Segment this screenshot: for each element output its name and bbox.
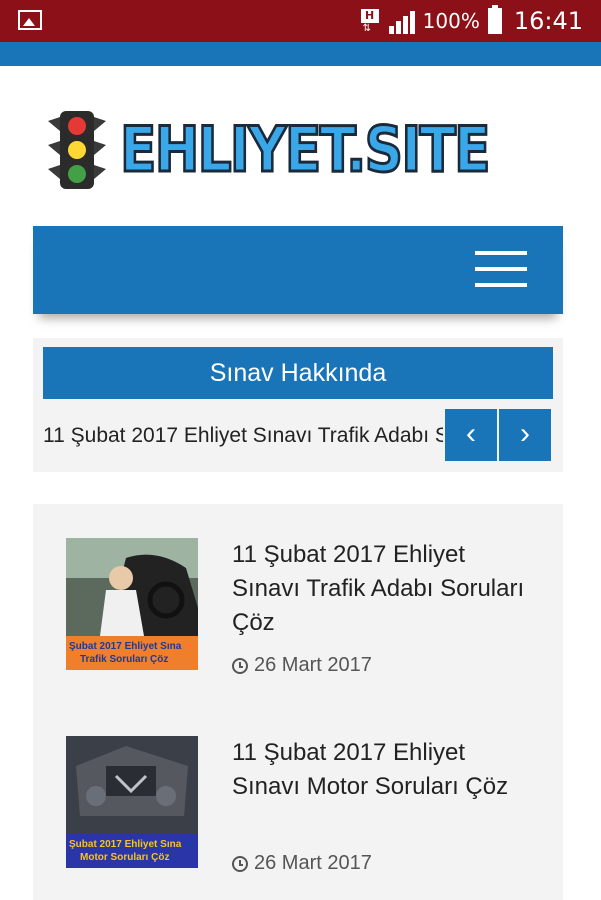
post-date: 26 Mart 2017 bbox=[232, 852, 372, 875]
network-type-icon: H ⇅ bbox=[359, 7, 381, 35]
site-logo[interactable]: EHLIYET.SITE bbox=[46, 105, 556, 190]
site-top-bar bbox=[0, 42, 601, 66]
battery-percent: 100% bbox=[422, 9, 480, 33]
status-bar: H ⇅ 100% 16:41 bbox=[0, 0, 601, 42]
chevron-left-icon: ‹ bbox=[466, 417, 476, 450]
network-type-label: H bbox=[360, 9, 379, 23]
logo-text: EHLIYET.SITE bbox=[119, 112, 492, 188]
battery-icon bbox=[487, 5, 502, 34]
clock: 16:41 bbox=[513, 7, 583, 35]
traffic-light-icon bbox=[48, 111, 106, 189]
clock-icon bbox=[232, 855, 248, 872]
gallery-notification-icon bbox=[18, 10, 42, 30]
thumb-caption: Şubat 2017 Ehliyet Sına bbox=[69, 839, 182, 850]
chevron-right-icon: › bbox=[520, 417, 530, 450]
post-thumbnail[interactable]: Şubat 2017 Ehliyet Sına Motor Soruları Ç… bbox=[66, 736, 198, 868]
hamburger-menu-icon[interactable] bbox=[475, 251, 527, 291]
signal-strength-icon bbox=[388, 8, 415, 34]
ticker-headline[interactable]: 11 Şubat 2017 Ehliyet Sınavı Trafik Adab… bbox=[43, 416, 443, 456]
ticker-next-button[interactable]: › bbox=[499, 409, 551, 461]
post-item: Şubat 2017 Ehliyet Sına Motor Soruları Ç… bbox=[66, 736, 536, 886]
post-title[interactable]: 11 Şubat 2017 Ehliyet Sınavı Trafik Adab… bbox=[232, 538, 532, 640]
ticker-prev-button[interactable]: ‹ bbox=[445, 409, 497, 461]
navigation-bar bbox=[33, 226, 563, 314]
post-list: Şubat 2017 Ehliyet Sına Trafik Soruları … bbox=[33, 504, 563, 900]
thumb-caption: Şubat 2017 Ehliyet Sına bbox=[69, 641, 182, 652]
status-icons: H ⇅ 100% 16:41 bbox=[359, 0, 583, 42]
clock-icon bbox=[232, 657, 248, 674]
post-title[interactable]: 11 Şubat 2017 Ehliyet Sınavı Motor Sorul… bbox=[232, 736, 532, 804]
thumb-caption: Trafik Soruları Çöz bbox=[80, 654, 168, 665]
post-thumbnail[interactable]: Şubat 2017 Ehliyet Sına Trafik Soruları … bbox=[66, 538, 198, 670]
news-ticker: Sınav Hakkında 11 Şubat 2017 Ehliyet Sın… bbox=[33, 338, 563, 472]
post-item: Şubat 2017 Ehliyet Sına Trafik Soruları … bbox=[66, 538, 536, 688]
thumb-caption: Motor Soruları Çöz bbox=[80, 852, 169, 863]
ticker-title: Sınav Hakkında bbox=[43, 347, 553, 399]
post-date: 26 Mart 2017 bbox=[232, 654, 372, 677]
